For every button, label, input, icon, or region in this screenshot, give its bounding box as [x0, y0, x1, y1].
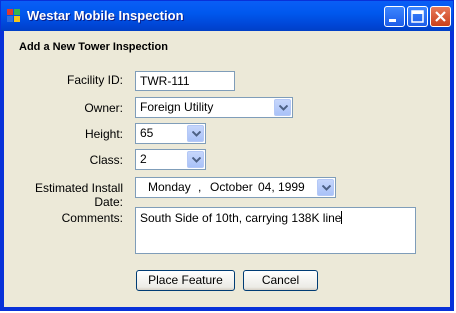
facility-id-label: Facility ID: [66, 73, 123, 87]
install-date-picker[interactable]: Monday , October 04, 1999 [135, 177, 336, 198]
class-select[interactable]: 2 [135, 149, 206, 170]
maximize-icon [411, 10, 424, 23]
place-feature-button[interactable]: Place Feature [136, 270, 235, 291]
install-date-weekday: Monday [148, 180, 191, 194]
install-date-separator: , [198, 180, 202, 194]
form-heading: Add a New Tower Inspection [19, 41, 168, 53]
chevron-down-icon [192, 131, 201, 137]
comments-textarea[interactable]: South Side of 10th, carrying 138K line [135, 207, 416, 254]
window-frame-left [1, 31, 4, 311]
facility-id-input[interactable]: TWR-111 [135, 71, 235, 91]
minimize-button[interactable] [384, 6, 405, 27]
close-button[interactable] [430, 6, 451, 27]
height-select[interactable]: 65 [135, 123, 206, 144]
maximize-button[interactable] [407, 6, 428, 27]
chevron-down-icon [322, 185, 331, 191]
height-value: 65 [140, 126, 154, 140]
install-date-day-year: 04, 1999 [258, 180, 305, 194]
class-label: Class: [89, 153, 123, 167]
height-label: Height: [84, 127, 123, 141]
chevron-down-icon [192, 157, 201, 163]
owner-dropdown-button[interactable] [274, 99, 291, 116]
title-bar[interactable]: Westar Mobile Inspection [1, 1, 453, 31]
cancel-button[interactable]: Cancel [243, 270, 318, 291]
class-dropdown-button[interactable] [187, 151, 204, 168]
chevron-down-icon [279, 105, 288, 111]
comments-text: South Side of 10th, carrying 138K line [140, 211, 342, 225]
comments-label: Comments: [61, 211, 123, 225]
owner-select[interactable]: Foreign Utility [135, 97, 293, 118]
window-frame-bottom [1, 307, 453, 310]
owner-label: Owner: [84, 101, 123, 115]
minimize-icon [389, 19, 396, 22]
install-date-label: Estimated Install Date: [34, 181, 123, 209]
install-date-month: October [210, 180, 253, 194]
window-title: Westar Mobile Inspection [27, 8, 184, 23]
class-value: 2 [140, 152, 147, 166]
install-date-dropdown-button[interactable] [317, 179, 334, 196]
window-frame-right [450, 31, 453, 311]
height-dropdown-button[interactable] [187, 125, 204, 142]
app-icon [7, 9, 21, 23]
dialog-window: Westar Mobile Inspection Add a New Tower… [0, 0, 454, 311]
owner-value: Foreign Utility [140, 100, 214, 114]
text-caret [341, 211, 343, 224]
close-icon [435, 11, 446, 22]
